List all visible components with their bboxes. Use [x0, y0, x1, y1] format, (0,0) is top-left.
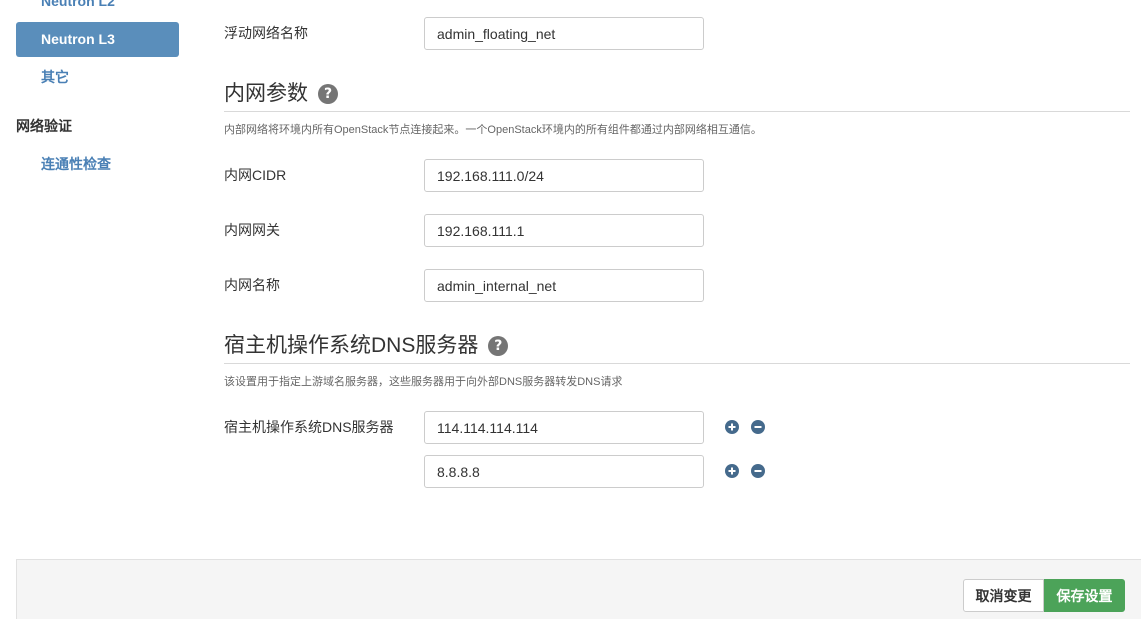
section-title-dns: 宿主机操作系统DNS服务器 — [224, 332, 509, 360]
sidebar-item-label: Neutron L3 — [41, 31, 115, 47]
form-row-internal-gateway: 内网网关 — [224, 214, 784, 247]
dns-servers-label: 宿主机操作系统DNS服务器 — [224, 419, 394, 435]
network-settings-page: Neutron L2 Neutron L3 其它 网络验证 连通性检查 浮动网络… — [0, 0, 1141, 619]
floating-network-name-label: 浮动网络名称 — [224, 25, 308, 41]
internal-gateway-input[interactable] — [424, 214, 704, 247]
help-icon[interactable] — [488, 336, 509, 356]
minus-circle-icon[interactable] — [751, 420, 765, 434]
form-row-dns-server — [224, 455, 784, 488]
sidebar-item-neutron-l3[interactable]: Neutron L3 — [16, 22, 179, 57]
dns-server-input[interactable] — [424, 455, 704, 488]
form-row-dns-server: 宿主机操作系统DNS服务器 — [224, 411, 784, 444]
internal-cidr-label: 内网CIDR — [224, 167, 287, 183]
section-title-internal-network: 内网参数 — [224, 80, 338, 108]
section-description: 内部网络将环境内所有OpenStack节点连接起来。一个OpenStack环境内… — [224, 124, 762, 136]
section-description: 该设置用于指定上游域名服务器，这些服务器用于向外部DNS服务器转发DNS请求 — [224, 376, 623, 388]
minus-circle-icon[interactable] — [751, 464, 765, 478]
internal-network-name-input[interactable] — [424, 269, 704, 302]
form-row-internal-network-name: 内网名称 — [224, 269, 784, 302]
section-divider — [224, 363, 1130, 364]
section-divider — [224, 111, 1130, 112]
dns-server-input[interactable] — [424, 411, 704, 444]
form-row-floating-network-name: 浮动网络名称 — [224, 17, 784, 50]
sidebar-item-connectivity-check[interactable]: 连通性检查 — [41, 154, 111, 174]
save-settings-button[interactable]: 保存设置 — [1044, 579, 1125, 612]
cancel-changes-button[interactable]: 取消变更 — [963, 579, 1044, 612]
internal-network-name-label: 内网名称 — [224, 277, 280, 293]
floating-network-name-input[interactable] — [424, 17, 704, 50]
plus-circle-icon[interactable] — [725, 464, 739, 478]
sidebar-item-neutron-l2[interactable]: Neutron L2 — [41, 0, 115, 11]
sidebar-item-other[interactable]: 其它 — [41, 67, 69, 87]
help-icon[interactable] — [318, 84, 338, 104]
sidebar-group-header: 网络验证 — [16, 118, 72, 134]
internal-gateway-label: 内网网关 — [224, 222, 280, 238]
plus-circle-icon[interactable] — [725, 420, 739, 434]
section-title-text: 内网参数 — [224, 82, 308, 105]
section-title-text: 宿主机操作系统DNS服务器 — [224, 334, 479, 357]
form-row-internal-cidr: 内网CIDR — [224, 159, 784, 192]
action-footer: 取消变更 保存设置 — [16, 559, 1141, 619]
internal-cidr-input[interactable] — [424, 159, 704, 192]
